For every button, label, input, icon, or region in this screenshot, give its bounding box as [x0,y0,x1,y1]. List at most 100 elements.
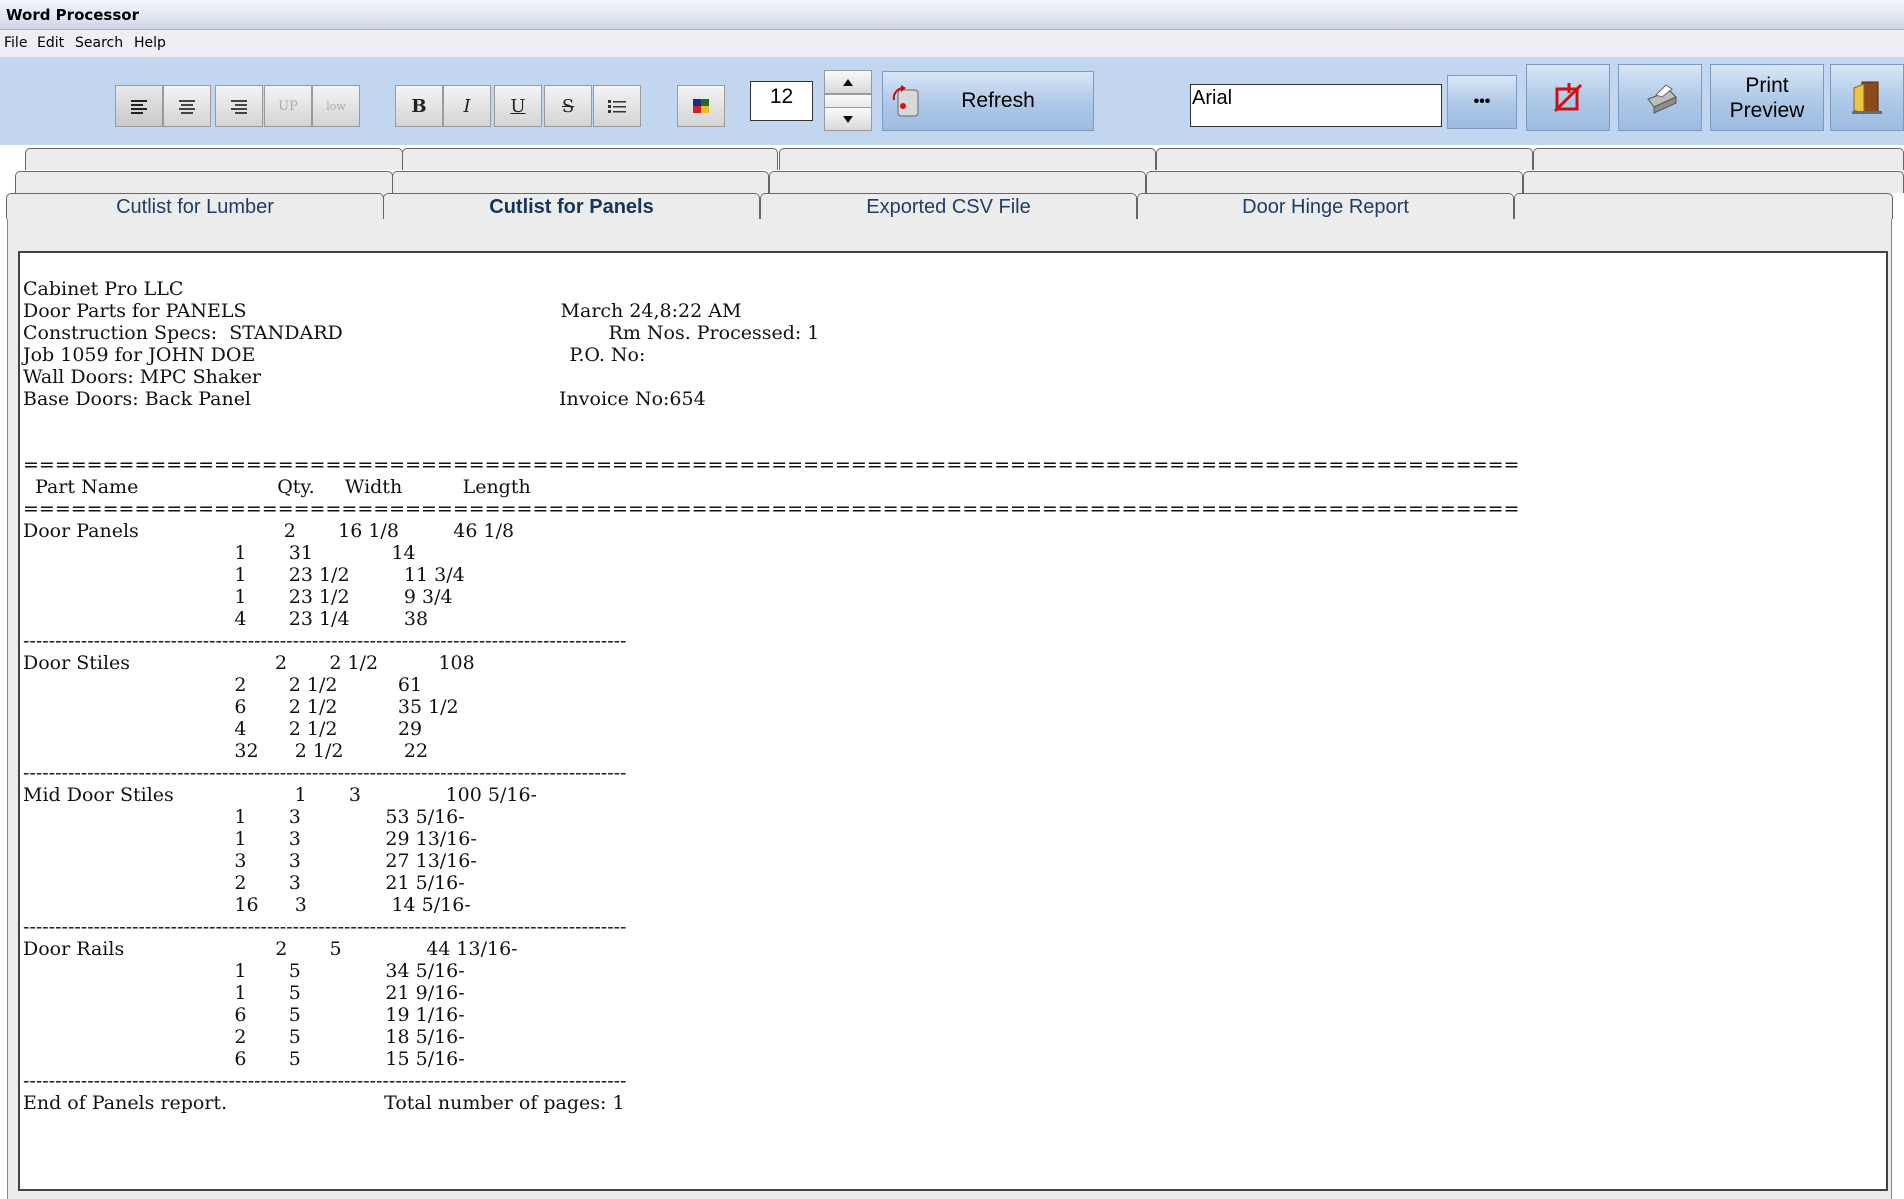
uppercase-button[interactable]: UP [264,85,312,127]
tab-row-ghost [1146,171,1523,193]
font-size-down-button[interactable] [824,107,872,131]
tab-row-ghost [1156,148,1533,170]
menu-help[interactable]: Help [134,35,166,51]
tab-row-ghost [392,171,769,193]
bullet-list-icon [608,100,626,113]
refresh-icon [892,85,919,117]
chevron-up-icon [843,78,853,86]
report-line: Construction Specs: STANDARD Rm Nos. Pro… [23,322,820,344]
report-line: 4 23 1/4 38 [23,608,429,630]
report-line: Door Stiles 2 2 1/2 108 [23,652,475,674]
tab-strip: Cutlist for Lumber Cutlist for Panels Ex… [0,145,1904,220]
report-line: Job 1059 for JOHN DOE P.O. No: [23,344,646,366]
crop-button[interactable] [1526,64,1610,131]
tab-empty[interactable] [1514,193,1893,219]
align-center-icon [179,100,195,114]
report-line: 1 23 1/2 11 3/4 [23,564,465,586]
report-line: Mid Door Stiles 1 3 100 5/16- [23,784,537,806]
crop-icon [1553,82,1583,112]
menu-edit[interactable]: Edit [37,35,64,51]
underline-button[interactable]: U [494,85,542,127]
tab-door-hinge-report[interactable]: Door Hinge Report [1137,193,1514,219]
menu-file[interactable]: File [4,35,27,51]
report-line: 16 3 14 5/16- [23,894,471,916]
report-line: Wall Doors: MPC Shaker [23,366,262,388]
tab-row-ghost [25,148,403,170]
report-line: 1 3 29 13/16- [23,828,477,850]
underline-label: U [510,95,526,117]
report-line: 2 2 1/2 61 [23,674,423,696]
report-text[interactable]: Cabinet Pro LLC Door Parts for PANELS Mar… [23,278,1519,1114]
print-preview-button[interactable]: Print Preview [1710,64,1824,131]
report-line: 2 3 21 5/16- [23,872,465,894]
menu-search[interactable]: Search [75,35,123,51]
lowercase-button[interactable]: low [312,85,360,127]
report-line: Door Panels 2 16 1/8 46 1/8 [23,520,515,542]
align-center-button[interactable] [163,85,211,127]
strikethrough-button[interactable]: S [544,85,592,127]
report-line: Part Name Qty. Width Length [23,476,531,498]
refresh-button[interactable]: Refresh [882,71,1094,131]
report-line: 32 2 1/2 22 [23,740,429,762]
chevron-down-icon [843,115,853,123]
report-line: ----------------------------------------… [23,630,627,652]
align-right-button[interactable] [215,85,263,127]
document-editor[interactable]: Cabinet Pro LLC Door Parts for PANELS Mar… [18,251,1888,1191]
report-line: ----------------------------------------… [23,916,627,938]
report-line: 2 5 18 5/16- [23,1026,465,1048]
report-line: Door Parts for PANELS March 24,8:22 AM [23,300,742,322]
align-left-icon [131,100,147,114]
font-size-up-button[interactable] [824,70,872,94]
toolbar: UP low B I U S 12 Refresh Arial ••• Prin… [0,57,1904,145]
window-title: Word Processor [6,6,139,24]
bullet-list-button[interactable] [593,85,641,127]
tab-exported-csv[interactable]: Exported CSV File [760,193,1137,219]
font-browse-button[interactable]: ••• [1447,75,1517,129]
strikethrough-label: S [561,95,575,117]
title-bar: Word Processor [0,0,1904,30]
italic-button[interactable]: I [443,85,491,127]
bold-label: B [411,95,427,117]
tab-cutlist-lumber[interactable]: Cutlist for Lumber [6,193,384,219]
printer-icon [1647,83,1677,114]
tab-row-ghost [769,171,1146,193]
menu-bar: File Edit Search Help [0,30,1904,58]
report-line: 3 3 27 13/16- [23,850,477,872]
font-browse-label: ••• [1473,93,1491,110]
refresh-label: Refresh [961,89,1035,112]
text-color-button[interactable] [677,85,725,127]
tab-row-ghost [402,148,778,170]
report-line: 4 2 1/2 29 [23,718,423,740]
report-line: ----------------------------------------… [23,1070,627,1092]
print-preview-label-line2: Preview [1729,98,1805,122]
report-line: 1 3 53 5/16- [23,806,465,828]
report-line: 1 31 14 [23,542,416,564]
report-line: 6 5 19 1/16- [23,1004,465,1026]
report-line: Base Doors: Back Panel Invoice No:654 [23,388,706,410]
report-line: End of Panels report. Total number of pa… [23,1092,625,1114]
report-line [23,410,1519,432]
report-line: Cabinet Pro LLC [23,278,184,300]
report-line: 6 2 1/2 35 1/2 [23,696,459,718]
color-palette-icon [693,99,709,113]
exit-door-icon [1852,81,1882,115]
report-line: Door Rails 2 5 44 13/16- [23,938,518,960]
print-preview-label-line1: Print [1745,73,1789,97]
align-left-button[interactable] [115,85,163,127]
italic-label: I [463,95,471,117]
report-line [23,432,1519,454]
font-size-input[interactable]: 12 [750,81,813,121]
font-name-input[interactable]: Arial [1190,84,1442,127]
bold-button[interactable]: B [395,85,443,127]
lowercase-label: low [326,99,346,113]
print-button[interactable] [1618,64,1702,131]
report-line: 6 5 15 5/16- [23,1048,465,1070]
uppercase-label: UP [278,98,298,114]
align-right-icon [231,100,247,114]
tab-row-ghost [15,171,393,193]
report-line: 1 23 1/2 9 3/4 [23,586,453,608]
report-line: ----------------------------------------… [23,762,627,784]
exit-button[interactable] [1830,64,1904,131]
tab-cutlist-panels[interactable]: Cutlist for Panels [383,193,760,219]
report-line: 1 5 34 5/16- [23,960,465,982]
